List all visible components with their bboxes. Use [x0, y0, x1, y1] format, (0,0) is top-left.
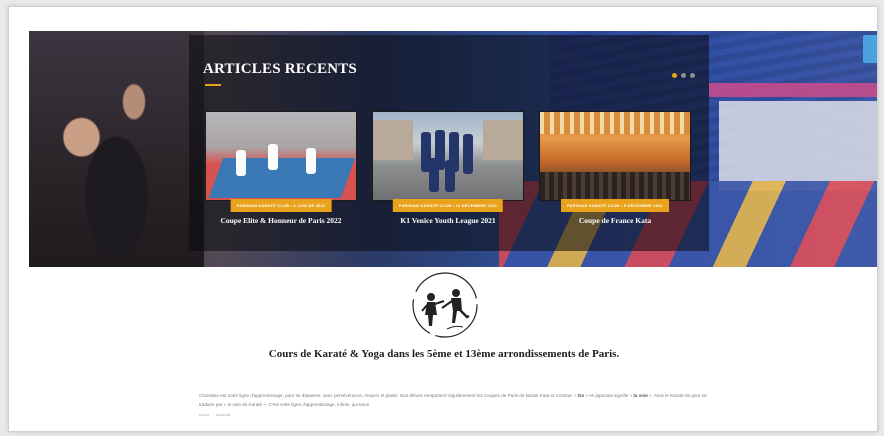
- browser-page: ARTICLES RECENTS PARISIAN KARATE CLUB • …: [8, 6, 878, 432]
- hero-crowd: [29, 31, 204, 267]
- hero-banner: ARTICLES RECENTS PARISIAN KARATE CLUB • …: [29, 31, 877, 267]
- article-card[interactable]: PARISIAN KARATE CLUB • 4 JUIN DE 2022 Co…: [205, 111, 357, 225]
- article-card[interactable]: PARISIAN KARATE CLUB • 5 DÉCEMBRE 2021 C…: [539, 111, 691, 225]
- karate-fighters-logo[interactable]: [411, 271, 479, 339]
- article-meta-badge[interactable]: PARISIAN KARATE CLUB • 4 JUIN DE 2022: [230, 199, 332, 212]
- page-heading: Cours de Karaté & Yoga dans les 5ème et …: [268, 348, 620, 360]
- slider-dot[interactable]: [672, 73, 677, 78]
- team-in-venice-photo[interactable]: [372, 111, 524, 201]
- article-meta-badge[interactable]: PARISIAN KARATE CLUB • 12 DÉCEMBRE 2021: [392, 199, 504, 212]
- title-underline: [205, 84, 221, 86]
- slider-dot[interactable]: [681, 73, 686, 78]
- slider-dot[interactable]: [690, 73, 695, 78]
- article-title[interactable]: Coupe de France Kata: [539, 216, 691, 225]
- article-title[interactable]: K1 Venice Youth League 2021: [372, 216, 524, 225]
- karate-competition-photo[interactable]: [205, 111, 357, 201]
- hero-wall: [719, 101, 877, 191]
- intro-paragraph: Choisisse est notre ligne d'apprentissag…: [199, 393, 707, 407]
- paragraph-continuation: notre ... d'esprit.: [199, 413, 232, 416]
- slider-dots: [672, 73, 695, 78]
- side-tab-button[interactable]: [863, 35, 877, 63]
- section-title: ARTICLES RECENTS: [203, 61, 357, 77]
- hero-pink-banner: [709, 83, 877, 97]
- article-card[interactable]: PARISIAN KARATE CLUB • 12 DÉCEMBRE 2021 …: [372, 111, 524, 225]
- article-meta-badge[interactable]: PARISIAN KARATE CLUB • 5 DÉCEMBRE 2021: [561, 199, 669, 212]
- article-title[interactable]: Coupe Elite & Honneur de Paris 2022: [205, 216, 357, 225]
- arena-photo[interactable]: [539, 111, 691, 201]
